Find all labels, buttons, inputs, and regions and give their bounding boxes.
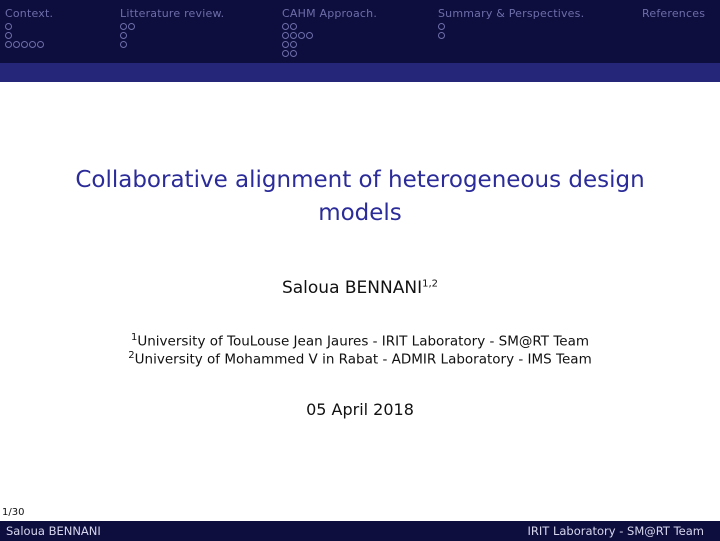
frame-dot-icon[interactable] <box>290 50 297 57</box>
nav-title[interactable]: Summary & Perspectives. <box>438 7 584 20</box>
page-number: 1/30 <box>2 507 25 518</box>
frame-dot-icon[interactable] <box>120 32 127 39</box>
frame-dot-icon[interactable] <box>282 32 289 39</box>
nav-dot-row <box>282 50 297 59</box>
affiliation-1: 1University of TouLouse Jean Jaures - IR… <box>0 332 720 350</box>
nav-dot-row <box>5 32 12 41</box>
frame-dot-icon[interactable] <box>282 50 289 57</box>
nav-dot-row <box>282 32 313 41</box>
nav-dot-row <box>120 41 127 50</box>
frame-dot-icon[interactable] <box>128 23 135 30</box>
nav-dot-row <box>438 32 445 41</box>
nav-dot-row <box>5 23 12 32</box>
frame-dot-icon[interactable] <box>290 32 297 39</box>
frame-dot-icon[interactable] <box>306 32 313 39</box>
nav-title[interactable]: Litterature review. <box>120 7 224 20</box>
frame-dot-icon[interactable] <box>21 41 28 48</box>
frame-dot-icon[interactable] <box>282 41 289 48</box>
nav-dot-row <box>282 23 297 32</box>
nav-dot-row <box>438 23 445 32</box>
footer-author: Saloua BENNANI <box>6 524 101 538</box>
frame-dot-icon[interactable] <box>438 32 445 39</box>
affiliation-text: University of Mohammed V in Rabat - ADMI… <box>134 351 592 368</box>
header-band <box>0 63 720 82</box>
frame-dot-icon[interactable] <box>120 23 127 30</box>
navigation-bar: Context. Litterature review. CAHM Approa… <box>0 0 720 63</box>
frame-dot-icon[interactable] <box>29 41 36 48</box>
frame-dot-icon[interactable] <box>290 41 297 48</box>
nav-dot-row <box>120 23 135 32</box>
affiliation-2: 2University of Mohammed V in Rabat - ADM… <box>0 350 720 368</box>
nav-title[interactable]: CAHM Approach. <box>282 7 377 20</box>
frame-dot-icon[interactable] <box>13 41 20 48</box>
frame-dot-icon[interactable] <box>298 32 305 39</box>
frame-dot-icon[interactable] <box>290 23 297 30</box>
frame-dot-icon[interactable] <box>120 41 127 48</box>
footer-institution: IRIT Laboratory - SM@RT Team <box>527 524 704 538</box>
nav-dot-row <box>120 32 127 41</box>
footer-bar: Saloua BENNANI IRIT Laboratory - SM@RT T… <box>0 521 720 541</box>
frame-dot-icon[interactable] <box>438 23 445 30</box>
frame-dot-icon[interactable] <box>37 41 44 48</box>
frame-dot-icon[interactable] <box>5 41 12 48</box>
frame-dot-icon[interactable] <box>5 32 12 39</box>
affiliation-text: University of TouLouse Jean Jaures - IRI… <box>137 333 590 350</box>
nav-dot-row <box>282 41 297 50</box>
frame-dot-icon[interactable] <box>282 23 289 30</box>
author-name: Saloua BENNANI <box>281 278 423 298</box>
frame-dot-icon[interactable] <box>5 23 12 30</box>
slide-date: 05 April 2018 <box>306 400 414 419</box>
nav-dot-row <box>5 41 44 50</box>
nav-title[interactable]: Context. <box>5 7 53 20</box>
nav-title[interactable]: References <box>642 7 705 20</box>
author-line: Saloua BENNANI1,2 <box>0 278 720 298</box>
author-superscript: 1,2 <box>422 278 439 290</box>
slide-title: Collaborative alignment of heterogeneous… <box>75 167 645 226</box>
